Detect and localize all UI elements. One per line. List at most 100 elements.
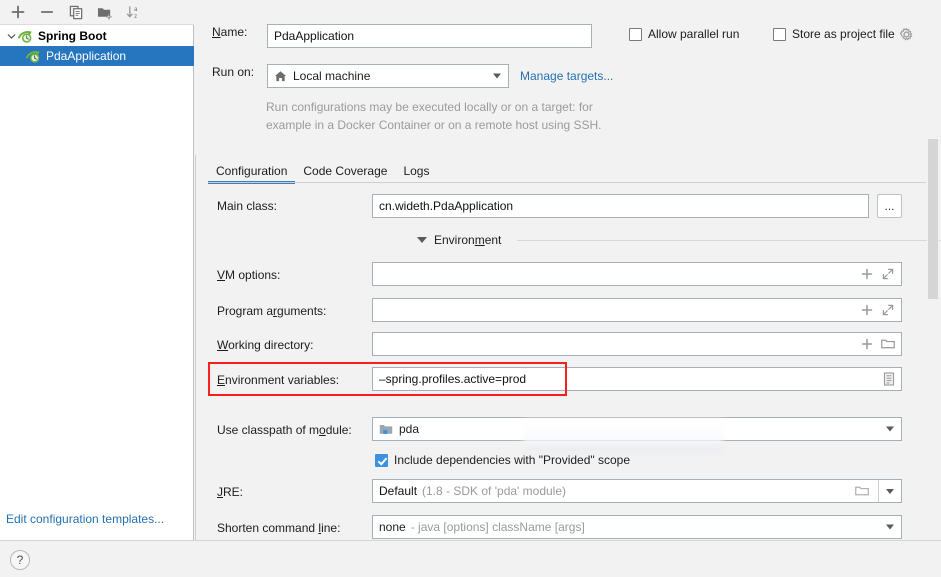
jre-input[interactable]: Default (1.8 - SDK of 'pda' module)	[372, 479, 902, 503]
configurations-sidebar: a z Spring Boot PdaApplication Edit conf…	[0, 0, 194, 540]
sidebar-toolbar: a z	[0, 0, 194, 25]
shorten-command-line-detail: - java [options] className [args]	[410, 520, 585, 534]
edit-configuration-templates-link[interactable]: Edit configuration templates...	[6, 512, 164, 526]
main-class-row: Main class:	[217, 199, 277, 213]
tab-code-coverage[interactable]: Code Coverage	[295, 164, 395, 183]
tree-group-label: Spring Boot	[38, 28, 107, 43]
tab-configuration[interactable]: Configuration	[208, 164, 296, 184]
chevron-down-icon[interactable]	[493, 73, 501, 79]
program-arguments-input[interactable]	[372, 298, 902, 322]
configurations-tree: Spring Boot PdaApplication	[0, 26, 194, 66]
run-on-value: Local machine	[293, 69, 371, 83]
environment-section-divider	[517, 240, 941, 241]
help-button[interactable]: ?	[10, 550, 30, 570]
svg-text:z: z	[134, 13, 137, 19]
environment-variables-input[interactable]: –spring.profiles.active=prod	[372, 367, 902, 391]
plus-icon[interactable]	[861, 338, 873, 350]
jre-value-detail: (1.8 - SDK of 'pda' module)	[422, 484, 567, 498]
triangle-down-icon[interactable]	[417, 237, 427, 243]
environment-variables-label: Environment variables:	[217, 373, 340, 387]
vm-options-label: VM options:	[217, 268, 281, 282]
run-on-combo[interactable]: Local machine	[267, 64, 509, 88]
store-as-project-file-checkbox[interactable]: Store as project file	[773, 27, 913, 41]
main-class-value: cn.wideth.PdaApplication	[379, 199, 514, 213]
editor-tabs: Configuration Code Coverage Logs	[208, 157, 928, 184]
folder-icon[interactable]	[881, 338, 895, 350]
name-input[interactable]: PdaApplication	[267, 24, 592, 48]
chevron-down-icon[interactable]	[4, 29, 18, 43]
environment-section-label: Environment	[434, 233, 502, 247]
gear-icon[interactable]	[899, 27, 913, 41]
include-provided-label: Include dependencies with "Provided" sco…	[394, 453, 631, 467]
svg-text:a: a	[134, 7, 138, 13]
run-on-label: Run on:	[212, 65, 255, 79]
allow-parallel-run-checkbox[interactable]: Allow parallel run	[629, 27, 739, 41]
pane-divider	[195, 155, 196, 540]
vm-options-row: VM options:	[217, 268, 280, 282]
jre-value: Default	[379, 484, 418, 498]
chevron-down-icon[interactable]	[886, 524, 894, 530]
store-as-project-file-label: Store as project file	[792, 27, 895, 41]
environment-variables-row: Environment variables:	[217, 373, 339, 387]
name-label: Name:	[212, 25, 248, 39]
shorten-command-line-combo[interactable]: none - java [options] className [args]	[372, 515, 902, 539]
shorten-command-line-label: Shorten command line:	[217, 521, 341, 535]
shorten-command-line-row: Shorten command line:	[217, 521, 340, 535]
run-debug-configurations-dialog: a z Spring Boot PdaApplication Edit conf…	[0, 0, 941, 577]
main-class-label: Main class:	[217, 199, 278, 213]
expand-icon[interactable]	[882, 268, 894, 280]
run-on-hint-line1: Run configurations may be executed local…	[266, 100, 593, 114]
tree-group-spring-boot[interactable]: Spring Boot	[0, 26, 194, 46]
working-directory-label: Working directory:	[217, 338, 314, 352]
name-row: Name:	[212, 25, 247, 39]
add-button[interactable]	[5, 1, 31, 23]
expand-icon[interactable]	[882, 304, 894, 316]
checkbox-box[interactable]	[375, 453, 388, 467]
environment-section-header[interactable]: Environment	[417, 233, 501, 247]
chevron-down-icon[interactable]	[886, 426, 894, 432]
manage-targets-link[interactable]: Manage targets...	[520, 69, 613, 83]
dialog-footer: ? OK Cancel Apply	[0, 540, 941, 577]
remove-button[interactable]	[34, 1, 60, 23]
spring-boot-icon	[26, 49, 43, 64]
sidebar-item-label: PdaApplication	[46, 48, 127, 63]
jre-label: JRE:	[217, 485, 244, 499]
jre-row: JRE:	[217, 485, 243, 499]
program-arguments-label: Program arguments:	[217, 304, 327, 318]
spring-boot-icon	[18, 29, 35, 44]
working-directory-input[interactable]	[372, 332, 902, 356]
editor-scrollbar-thumb[interactable]	[928, 139, 938, 299]
sort-alpha-button[interactable]: a z	[121, 1, 147, 23]
include-provided-checkbox[interactable]: Include dependencies with "Provided" sco…	[375, 453, 630, 467]
plus-icon[interactable]	[861, 268, 873, 280]
working-directory-row: Working directory:	[217, 338, 313, 352]
checkbox-box[interactable]	[773, 27, 786, 41]
home-icon	[274, 70, 287, 83]
configuration-editor-pane: Name: PdaApplication Allow parallel run …	[195, 0, 941, 540]
name-input-value: PdaApplication	[274, 29, 355, 43]
sidebar-item-pdaapplication[interactable]: PdaApplication	[0, 46, 194, 66]
copy-button[interactable]	[63, 1, 89, 23]
vm-options-input[interactable]	[372, 262, 902, 286]
module-icon	[379, 423, 393, 436]
tabs-underline	[208, 182, 926, 183]
run-on-hint-line2: example in a Docker Container or on a re…	[266, 118, 602, 132]
plus-icon[interactable]	[861, 304, 873, 316]
main-class-browse-button[interactable]: ...	[877, 194, 902, 218]
shorten-command-line-value: none	[379, 520, 406, 534]
run-on-row: Run on:	[212, 65, 254, 79]
use-classpath-of-module-row: Use classpath of module:	[217, 423, 352, 437]
new-folder-button[interactable]	[92, 1, 118, 23]
program-arguments-row: Program arguments:	[217, 304, 326, 318]
allow-parallel-run-label: Allow parallel run	[648, 27, 740, 41]
environment-variables-value: –spring.profiles.active=prod	[379, 372, 527, 386]
folder-icon[interactable]	[855, 485, 869, 497]
chevron-down-icon[interactable]	[878, 480, 901, 502]
tab-logs[interactable]: Logs	[395, 164, 437, 183]
use-classpath-of-module-combo[interactable]: pda	[372, 417, 902, 441]
list-editor-icon[interactable]	[883, 372, 895, 386]
main-class-input[interactable]: cn.wideth.PdaApplication	[372, 194, 869, 218]
use-classpath-of-module-value: pda	[399, 422, 420, 436]
use-classpath-of-module-label: Use classpath of module:	[217, 423, 352, 437]
checkbox-box[interactable]	[629, 27, 642, 41]
